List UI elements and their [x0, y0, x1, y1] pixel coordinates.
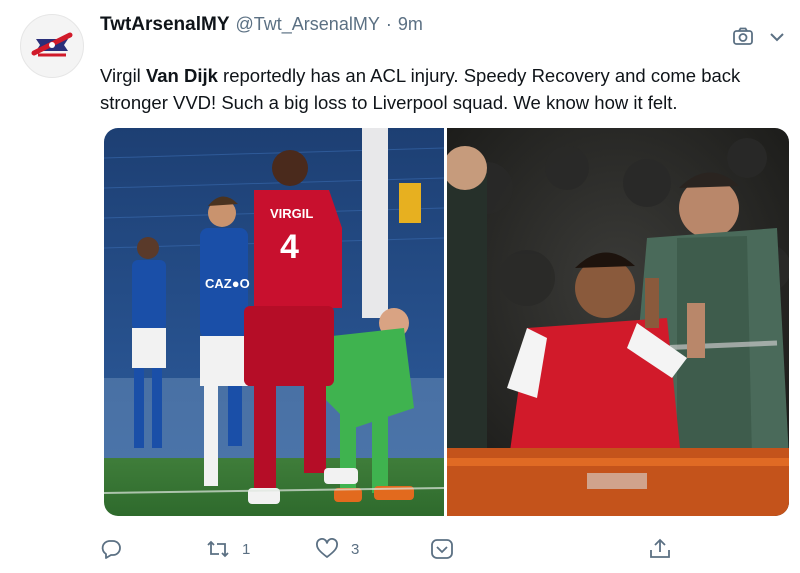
bookmark-button[interactable] [430, 538, 454, 560]
bookmark-icon [431, 539, 453, 559]
club-logo-icon [31, 32, 73, 57]
like-count: 3 [351, 540, 360, 558]
photo-football-tackle[interactable]: CAZ●O VIRGIL 4 [104, 128, 444, 516]
camera-icon[interactable] [732, 26, 754, 51]
shirt-name-text: VIRGIL [270, 206, 313, 221]
svg-text:CAZ●O: CAZ●O [205, 276, 250, 291]
share-icon [650, 538, 670, 558]
user-handle[interactable]: @Twt_ArsenalMY [236, 14, 380, 35]
tweet-header: TwtArsenalMY @Twt_ArsenalMY · 9m [100, 14, 423, 38]
retweet-count: 1 [242, 540, 251, 558]
share-button[interactable] [648, 538, 672, 560]
media-grid: CAZ●O VIRGIL 4 [104, 128, 789, 516]
tweet-top-actions [732, 26, 786, 51]
tweet-text-part1: Virgil [100, 65, 146, 86]
photo-stretcher-player[interactable] [447, 128, 789, 516]
retweet-button[interactable]: 1 [206, 538, 250, 560]
chevron-down-icon[interactable] [768, 30, 786, 48]
separator-dot: · [385, 14, 392, 34]
reply-button[interactable] [100, 538, 122, 560]
tweet-text-bold: Van Dijk [145, 65, 218, 86]
reply-icon [101, 540, 121, 559]
tweet-action-bar: 1 3 [100, 538, 690, 568]
display-name[interactable]: TwtArsenalMY [100, 14, 230, 36]
retweet-icon [207, 540, 229, 558]
shirt-number-text: 4 [280, 228, 299, 266]
timestamp[interactable]: 9m [398, 14, 423, 35]
avatar[interactable] [20, 14, 84, 78]
tweet-text: Virgil Van Dijk reportedly has an ACL in… [100, 62, 790, 116]
like-icon [316, 538, 338, 558]
like-button[interactable]: 3 [315, 538, 359, 560]
